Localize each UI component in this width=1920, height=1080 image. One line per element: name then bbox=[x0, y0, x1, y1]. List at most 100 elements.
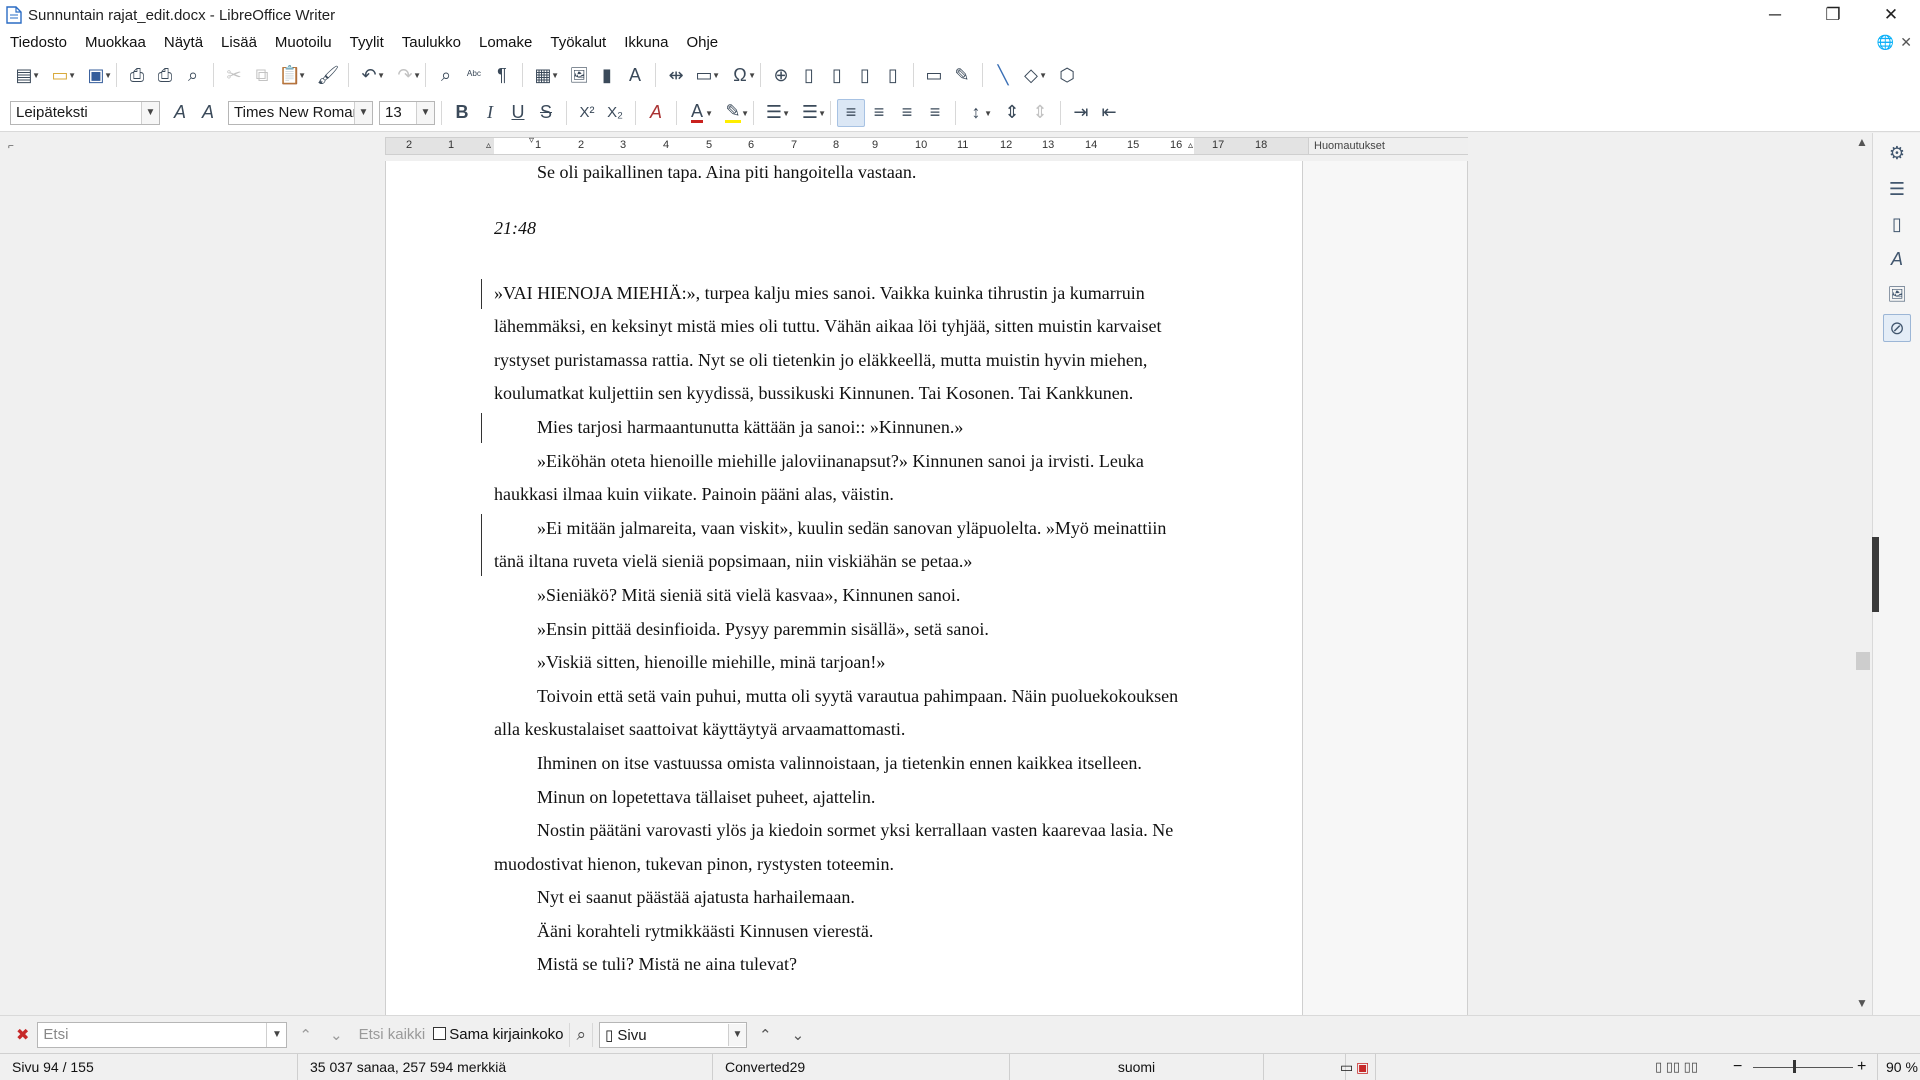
paragraph[interactable]: Ihminen on itse vastuussa omista valinno… bbox=[494, 747, 1194, 781]
undo-icon[interactable]: ↶ ▼ bbox=[355, 61, 385, 89]
new-style-icon[interactable]: A bbox=[194, 99, 222, 127]
print-icon[interactable]: ⎙ bbox=[151, 61, 179, 89]
paragraph-style-combo[interactable]: Leipäteksti ▼ bbox=[10, 100, 160, 125]
paragraph[interactable]: Nostin päätäni varovasti ylös ja kiedoin… bbox=[494, 814, 1194, 881]
font-name-combo[interactable]: Times New Roman ▼ bbox=[228, 100, 373, 125]
document-body[interactable]: Se oli paikallinen tapa. Aina piti hango… bbox=[481, 161, 1194, 982]
paragraph[interactable]: »Sieniäkö? Mitä sieniä sitä vielä kasvaa… bbox=[494, 579, 1194, 613]
zoom-out-icon[interactable]: − bbox=[1733, 1054, 1742, 1080]
footnote-icon[interactable]: ▯ bbox=[795, 61, 823, 89]
find-next-icon[interactable]: ⌄ bbox=[330, 1026, 343, 1044]
paste-icon[interactable]: 📋 ▼ bbox=[276, 61, 306, 89]
align-right-icon[interactable]: ≡ bbox=[893, 99, 921, 127]
sidebar-navigator-icon[interactable]: ⊘ bbox=[1883, 314, 1911, 342]
copy-icon[interactable]: ⧉ bbox=[248, 61, 276, 89]
zoom-level[interactable]: 90 % bbox=[1877, 1054, 1918, 1080]
endnote-icon[interactable]: ▯ bbox=[823, 61, 851, 89]
paragraph[interactable]: »VAI HIENOJA MIEHIÄ:», turpea kalju mies… bbox=[481, 277, 1194, 411]
paragraph[interactable]: »Eiköhän oteta hienoille miehille jalovi… bbox=[494, 445, 1194, 512]
document-modified-icon[interactable]: ▣ bbox=[1346, 1054, 1376, 1080]
scroll-up-icon[interactable]: ▲ bbox=[1856, 135, 1868, 149]
italic-icon[interactable]: I bbox=[476, 99, 504, 127]
previous-element-icon[interactable]: ⌃ bbox=[759, 1026, 772, 1044]
next-element-icon[interactable]: ⌄ bbox=[792, 1026, 805, 1044]
save-icon[interactable]: ▣ ▼ bbox=[82, 61, 112, 89]
insert-textbox-icon[interactable]: A bbox=[621, 61, 649, 89]
menu-taulukko[interactable]: Taulukko bbox=[393, 30, 470, 56]
clone-formatting-icon[interactable]: 🖌 bbox=[314, 61, 342, 89]
basic-shapes-icon[interactable]: ◇ ▼ bbox=[1017, 61, 1047, 89]
find-replace-icon[interactable]: ⌕ bbox=[432, 61, 460, 89]
menu-ikkuna[interactable]: Ikkuna bbox=[615, 30, 677, 56]
minimize-button[interactable]: ─ bbox=[1746, 0, 1804, 30]
chevron-down-icon[interactable]: ▼ bbox=[416, 101, 434, 124]
insert-image-icon[interactable]: 🖼 bbox=[565, 61, 593, 89]
paragraph[interactable]: »Ei mitään jalmareita, vaan viskit», kuu… bbox=[481, 512, 1194, 579]
horizontal-ruler[interactable]: 2 1 1 2 3 4 5 6 7 8 9 10 11 12 13 14 15 … bbox=[385, 135, 1468, 155]
decrease-paragraph-spacing-icon[interactable]: ⇕ bbox=[1026, 99, 1054, 127]
sidebar-properties-icon[interactable]: ⚙ bbox=[1883, 139, 1911, 167]
close-window-button[interactable]: ✕ bbox=[1862, 0, 1920, 30]
close-document-icon[interactable]: ✕ bbox=[1900, 34, 1912, 51]
increase-paragraph-spacing-icon[interactable]: ⇕ bbox=[998, 99, 1026, 127]
font-size-combo[interactable]: 13 ▼ bbox=[379, 100, 435, 125]
search-type-combo[interactable]: ▯ Sivu ▼ bbox=[599, 1021, 747, 1048]
line-spacing-icon[interactable]: ↕ ▼ bbox=[962, 99, 993, 127]
paragraph[interactable]: Se oli paikallinen tapa. Aina piti hango… bbox=[494, 156, 1194, 190]
chevron-down-icon[interactable]: ▼ bbox=[728, 1023, 746, 1046]
menu-muotoilu[interactable]: Muotoilu bbox=[266, 30, 341, 56]
insert-line-icon[interactable]: ╲ bbox=[989, 61, 1017, 89]
new-document-icon[interactable]: ▤ ▼ bbox=[10, 61, 40, 89]
paragraph[interactable]: »Ensin pittää desinfioida. Pysyy paremmi… bbox=[494, 613, 1194, 647]
scrollbar-thumb[interactable] bbox=[1856, 652, 1870, 670]
menu-tiedosto[interactable]: Tiedosto bbox=[0, 30, 76, 56]
insert-table-icon[interactable]: ▦ ▼ bbox=[529, 61, 559, 89]
print-preview-icon[interactable]: ⌕ bbox=[179, 61, 207, 89]
insert-field-icon[interactable]: ▭ ▼ bbox=[690, 61, 720, 89]
paragraph[interactable]: Minun on lopetettava tällaiset puheet, a… bbox=[494, 781, 1194, 815]
draw-functions-icon[interactable]: ⬡ bbox=[1053, 61, 1081, 89]
open-folder-icon[interactable]: ▭ ▼ bbox=[46, 61, 76, 89]
cross-reference-icon[interactable]: ▯ bbox=[879, 61, 907, 89]
sidebar-gallery-icon[interactable]: 🖼 bbox=[1883, 280, 1911, 308]
vertical-scrollbar[interactable]: ▲ ▼ bbox=[1852, 133, 1872, 1015]
superscript-icon[interactable]: X² bbox=[573, 99, 601, 127]
page-break-icon[interactable]: ⇹ bbox=[662, 61, 690, 89]
align-center-icon[interactable]: ≡ bbox=[865, 99, 893, 127]
align-left-icon[interactable]: ≡ bbox=[837, 98, 865, 127]
zoom-slider-knob[interactable] bbox=[1793, 1060, 1796, 1073]
word-count-status[interactable]: 35 037 sanaa, 257 594 merkkiä bbox=[298, 1054, 713, 1080]
menu-tyylit[interactable]: Tyylit bbox=[341, 30, 393, 56]
chevron-down-icon[interactable]: ▼ bbox=[354, 101, 372, 124]
export-pdf-icon[interactable]: ⎙ bbox=[123, 61, 151, 89]
close-find-bar-icon[interactable]: ✖ bbox=[16, 1025, 29, 1045]
time-heading[interactable]: 21:48 bbox=[494, 212, 1194, 245]
decrease-indent-icon[interactable]: ⇤ bbox=[1095, 99, 1123, 127]
page-number-status[interactable]: Sivu 94 / 155 bbox=[0, 1054, 298, 1080]
ruler-tab-selector[interactable]: ⌐ bbox=[8, 141, 14, 152]
comment-icon[interactable]: ▭ bbox=[920, 61, 948, 89]
first-line-indent-marker-icon[interactable]: ▿ bbox=[529, 135, 534, 146]
subscript-icon[interactable]: X₂ bbox=[601, 99, 629, 127]
selection-mode-icon[interactable]: ▭ bbox=[1264, 1054, 1353, 1080]
font-color-icon[interactable]: A ▼ bbox=[683, 99, 713, 127]
strikethrough-icon[interactable]: S bbox=[532, 99, 560, 127]
left-indent-marker-icon[interactable]: ▵ bbox=[486, 140, 491, 151]
document-workarea[interactable]: ⌐ 2 1 1 2 3 4 5 6 7 8 9 10 11 12 13 14 1… bbox=[0, 133, 1856, 1015]
find-all-button[interactable]: Etsi kaikki bbox=[359, 1026, 426, 1043]
insert-chart-icon[interactable]: ▮ bbox=[593, 61, 621, 89]
menu-muokkaa[interactable]: Muokkaa bbox=[76, 30, 155, 56]
view-layout-icons[interactable]: ▯ ▯▯ ▯▯ bbox=[1655, 1054, 1698, 1080]
zoom-in-icon[interactable]: + bbox=[1857, 1054, 1866, 1080]
cut-icon[interactable]: ✂ bbox=[220, 61, 248, 89]
sidebar-collapse-handle[interactable] bbox=[1872, 537, 1879, 612]
justify-icon[interactable]: ≡ bbox=[921, 99, 949, 127]
zoom-slider[interactable] bbox=[1753, 1067, 1853, 1068]
sidebar-styles-icon[interactable]: ☰ bbox=[1883, 175, 1911, 203]
formatting-marks-icon[interactable]: ¶ bbox=[488, 61, 516, 89]
chevron-down-icon[interactable]: ▼ bbox=[266, 1022, 286, 1047]
sidebar-page-icon[interactable]: ▯ bbox=[1883, 210, 1911, 238]
menu-lomake[interactable]: Lomake bbox=[470, 30, 541, 56]
highlight-color-icon[interactable]: ✎ ▼ bbox=[719, 99, 749, 127]
clear-formatting-icon[interactable]: A bbox=[642, 99, 670, 127]
